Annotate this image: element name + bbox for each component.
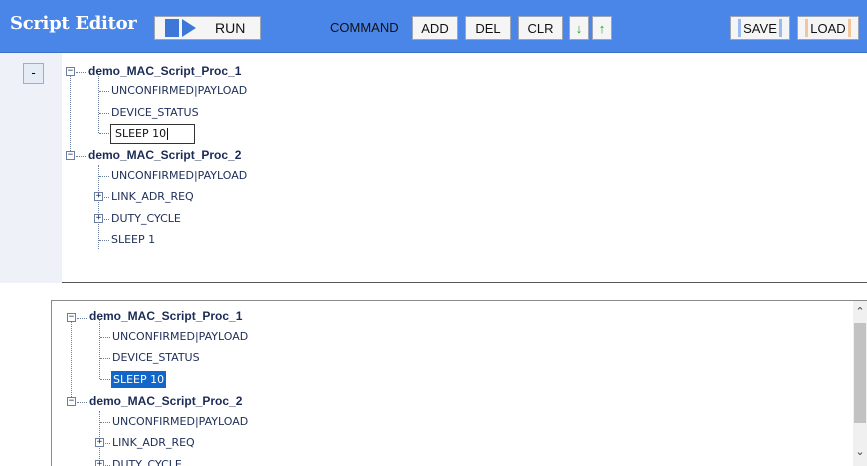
load-button[interactable]: LOAD	[797, 16, 859, 40]
tree-node-proc2[interactable]: demo_MAC_Script_Proc_2	[88, 148, 241, 162]
scroll-down-icon[interactable]: ⌄	[853, 445, 867, 459]
tree-item-selected[interactable]: SLEEP 10	[111, 371, 167, 388]
expand-node-icon[interactable]: +	[94, 214, 103, 223]
tree-item[interactable]: LINK_ADR_REQ	[111, 190, 194, 203]
play-icon	[155, 17, 205, 39]
collapse-node-icon[interactable]: −	[66, 67, 75, 76]
tree-node-proc1[interactable]: demo_MAC_Script_Proc_1	[88, 64, 241, 78]
save-accent-icon	[778, 19, 782, 37]
command-label: COMMAND	[330, 20, 399, 35]
collapse-all-button[interactable]: -	[23, 63, 44, 84]
load-label: LOAD	[810, 20, 846, 36]
vertical-scrollbar[interactable]: ⌃ ⌄	[853, 301, 867, 466]
tree-item[interactable]: UNCONFIRMED|PAYLOAD	[111, 84, 247, 97]
load-accent-icon	[847, 19, 851, 37]
app-title: Script Editor	[10, 13, 137, 34]
inline-edit-value: SLEEP 10	[115, 127, 167, 140]
tree-item[interactable]: DEVICE_STATUS	[111, 106, 199, 119]
scroll-up-icon[interactable]: ⌃	[853, 305, 867, 319]
del-button[interactable]: DEL	[465, 16, 511, 40]
tree-item[interactable]: DEVICE_STATUS	[112, 351, 200, 364]
save-accent-icon	[738, 19, 742, 37]
scroll-thumb[interactable]	[854, 323, 866, 423]
tree-item[interactable]: UNCONFIRMED|PAYLOAD	[112, 415, 248, 428]
run-button[interactable]: RUN	[154, 16, 261, 40]
collapse-node-icon[interactable]: −	[66, 151, 75, 160]
tree-item[interactable]: SLEEP 1	[111, 233, 155, 246]
run-label: RUN	[215, 20, 246, 36]
tree-item[interactable]: DUTY_CYCLE	[112, 458, 182, 466]
tree-item[interactable]: DUTY_CYCLE	[111, 212, 181, 225]
tree-node-proc2[interactable]: demo_MAC_Script_Proc_2	[89, 394, 242, 408]
save-label: SAVE	[743, 20, 777, 36]
load-accent-icon	[805, 19, 809, 37]
move-up-button[interactable]: ↑	[592, 16, 612, 40]
expand-node-icon[interactable]: +	[95, 438, 104, 447]
tree-item[interactable]: UNCONFIRMED|PAYLOAD	[111, 169, 247, 182]
expand-node-icon[interactable]: +	[95, 460, 104, 466]
script-tree-preview-panel: − demo_MAC_Script_Proc_1 UNCONFIRMED|PAY…	[51, 300, 867, 466]
tree-gutter	[0, 53, 62, 283]
script-tree-panel: − demo_MAC_Script_Proc_1 UNCONFIRMED|PAY…	[62, 53, 867, 283]
tree-node-proc1[interactable]: demo_MAC_Script_Proc_1	[89, 309, 242, 323]
expand-node-icon[interactable]: +	[94, 192, 103, 201]
toolbar: Script Editor RUN COMMAND ADD DEL CLR ↓ …	[0, 0, 867, 53]
move-down-button[interactable]: ↓	[569, 16, 589, 40]
collapse-node-icon[interactable]: −	[67, 313, 76, 322]
tree-item[interactable]: UNCONFIRMED|PAYLOAD	[112, 330, 248, 343]
save-button[interactable]: SAVE	[730, 16, 790, 40]
inline-edit-field[interactable]: SLEEP 10	[110, 124, 195, 144]
tree-item[interactable]: LINK_ADR_REQ	[112, 436, 195, 449]
collapse-node-icon[interactable]: −	[67, 397, 76, 406]
text-caret	[167, 128, 169, 140]
add-button[interactable]: ADD	[412, 16, 458, 40]
clr-button[interactable]: CLR	[518, 16, 563, 40]
